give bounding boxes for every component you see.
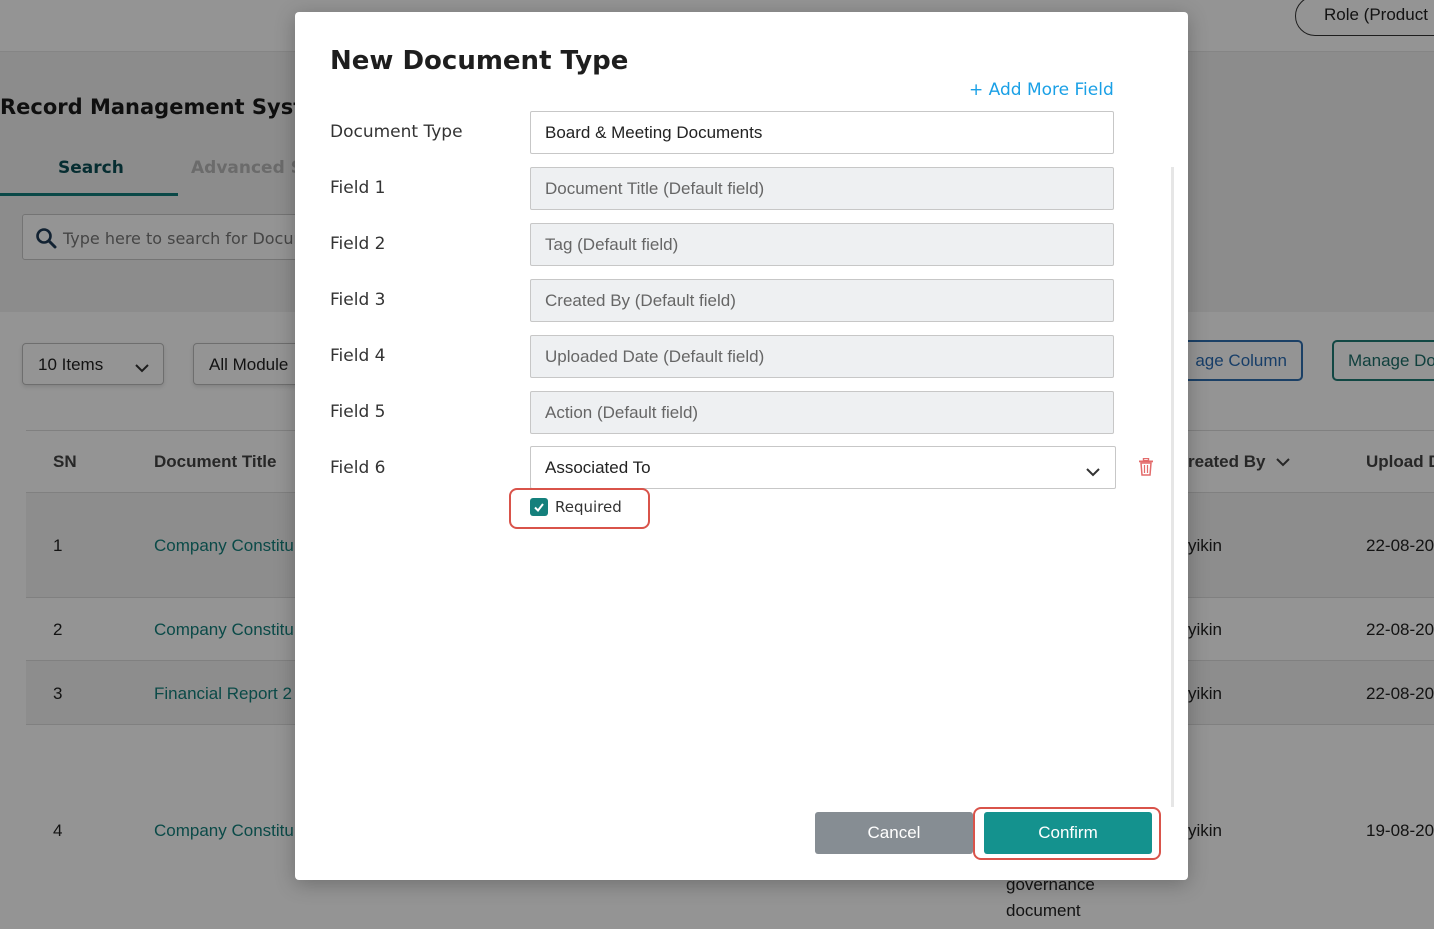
scrollbar[interactable] [1171,167,1174,807]
check-icon [534,503,544,513]
field-6-label: Field 6 [330,458,386,478]
field-6-select-value: Associated To [545,458,651,477]
field-2-input: Tag (Default field) [530,223,1114,266]
trash-icon[interactable] [1138,457,1154,481]
document-type-label: Document Type [330,122,463,142]
field-1-label: Field 1 [330,178,386,198]
add-more-field-link[interactable]: + Add More Field [969,80,1114,100]
new-document-type-dialog: New Document Type + Add More Field Docum… [295,12,1188,880]
confirm-button[interactable]: Confirm [984,812,1152,854]
cancel-button[interactable]: Cancel [815,812,973,854]
field-4-label: Field 4 [330,346,386,366]
field-4-input: Uploaded Date (Default field) [530,335,1114,378]
field-5-input: Action (Default field) [530,391,1114,434]
field-2-label: Field 2 [330,234,386,254]
field-3-label: Field 3 [330,290,386,310]
required-label: Required [555,498,622,516]
chevron-down-icon [1086,462,1100,482]
dialog-title: New Document Type [330,46,629,76]
document-type-input[interactable]: Board & Meeting Documents [530,111,1114,154]
field-3-input: Created By (Default field) [530,279,1114,322]
required-checkbox[interactable] [530,498,548,516]
field-1-input: Document Title (Default field) [530,167,1114,210]
field-5-label: Field 5 [330,402,386,422]
field-6-select[interactable]: Associated To [530,446,1116,489]
